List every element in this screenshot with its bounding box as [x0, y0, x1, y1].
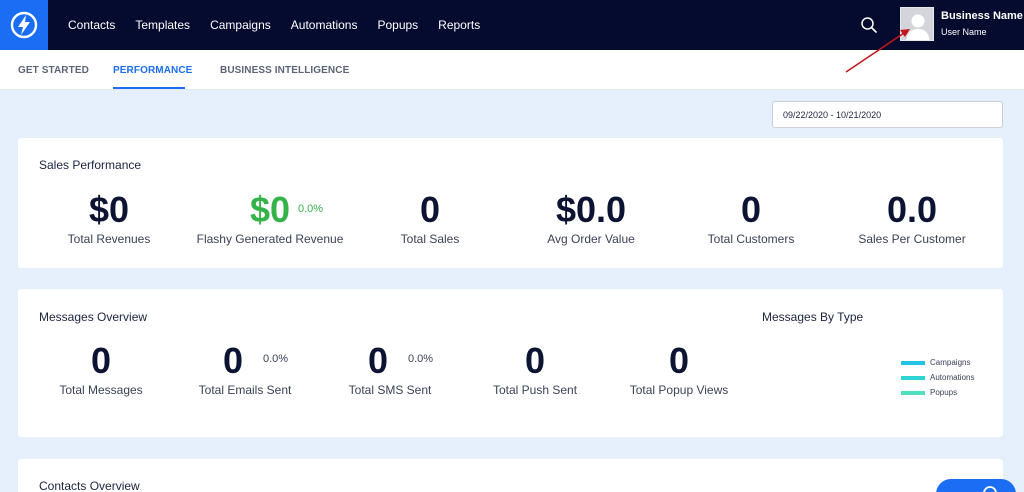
chat-button[interactable]: [936, 479, 1016, 492]
legend-label: Popups: [930, 388, 958, 397]
metric-label: Total Emails Sent: [198, 383, 292, 397]
metric-value: 0: [668, 340, 690, 381]
metric-label: Total Messages: [59, 383, 143, 397]
user-name[interactable]: User Name: [941, 27, 987, 37]
metric-label: Sales Per Customer: [858, 232, 966, 246]
metric-pct: 0.0%: [263, 353, 289, 365]
metric-label: Total Customers: [707, 232, 795, 246]
nav-reports[interactable]: Reports: [428, 18, 490, 32]
messages-overview-card: Messages Overview 0 Total Messages 0 Tot…: [18, 289, 1003, 437]
metric-label: Avg Order Value: [547, 232, 635, 246]
nav-popups[interactable]: Popups: [367, 18, 428, 32]
metric-total-popup-views: 0 Total Popup Views: [614, 340, 744, 398]
nav-campaigns[interactable]: Campaigns: [200, 18, 281, 32]
messages-by-type-legend: Campaigns Automations Popups: [901, 355, 974, 400]
metric-avg-order-value: $0.0 Avg Order Value: [521, 189, 661, 247]
nav-contacts[interactable]: Contacts: [58, 18, 125, 32]
app-logo[interactable]: [0, 0, 48, 50]
search-button[interactable]: [858, 14, 880, 36]
metric-total-sms-sent: 0 Total SMS Sent: [330, 341, 450, 398]
metric-label: Total Sales: [400, 232, 460, 246]
legend-label: Automations: [930, 373, 975, 382]
metric-value: 0: [90, 340, 112, 381]
metric-sales-per-customer: 0.0 Sales Per Customer: [842, 189, 982, 247]
search-icon: [861, 17, 877, 33]
metric-value: 0.0: [886, 189, 938, 230]
metric-flashy-generated-revenue: $0 Flashy Generated Revenue: [190, 189, 350, 247]
contacts-overview-card: Contacts Overview: [18, 459, 1003, 492]
legend-swatch: [901, 360, 925, 365]
metric-total-revenues: $0 Total Revenues: [49, 189, 169, 247]
tab-business-intelligence[interactable]: BUSINESS INTELLIGENCE: [220, 65, 349, 76]
metric-label: Total Popup Views: [629, 383, 729, 397]
metric-value: $0: [88, 189, 130, 230]
messages-by-type-title: Messages By Type: [762, 310, 864, 324]
metric-value: 0: [740, 189, 762, 230]
legend-item-campaigns[interactable]: Campaigns: [901, 355, 974, 370]
messages-overview-title: Messages Overview: [39, 310, 148, 324]
metric-label: Flashy Generated Revenue: [196, 232, 344, 246]
contacts-overview-title: Contacts Overview: [39, 479, 140, 492]
tab-get-started[interactable]: GET STARTED: [18, 65, 89, 76]
metric-total-messages: 0 Total Messages: [41, 340, 161, 398]
user-avatar-icon: [901, 8, 933, 40]
legend-item-automations[interactable]: Automations: [901, 370, 974, 385]
business-name[interactable]: Business Name: [941, 10, 1023, 22]
metric-value: $0: [249, 189, 291, 230]
metric-total-push-sent: 0 Total Push Sent: [475, 340, 595, 398]
metric-total-emails-sent: 0 Total Emails Sent: [185, 341, 305, 398]
legend-label: Campaigns: [930, 358, 971, 367]
main-nav: Contacts Templates Campaigns Automations…: [58, 0, 490, 50]
tab-bar: GET STARTED PERFORMANCE BUSINESS INTELLI…: [0, 50, 1024, 90]
metric-pct: 0.0%: [298, 203, 324, 215]
metric-total-customers: 0 Total Customers: [691, 189, 811, 247]
legend-swatch: [901, 390, 925, 395]
legend-item-popups[interactable]: Popups: [901, 385, 974, 400]
chat-icon: [983, 486, 997, 492]
active-tab-indicator: [113, 87, 185, 89]
metric-label: Total Revenues: [67, 232, 151, 246]
nav-templates[interactable]: Templates: [125, 18, 200, 32]
date-range-picker[interactable]: 09/22/2020 - 10/21/2020: [772, 101, 1003, 128]
metric-label: Total SMS Sent: [348, 383, 432, 397]
metric-value: 0: [419, 189, 441, 230]
sales-performance-card: Sales Performance $0 Total Revenues $0 F…: [18, 138, 1003, 268]
tab-performance[interactable]: PERFORMANCE: [113, 65, 192, 76]
metric-label: Total Push Sent: [492, 383, 578, 397]
metric-value: 0: [524, 340, 546, 381]
metric-total-sales: 0 Total Sales: [370, 189, 490, 247]
metric-value: $0.0: [555, 189, 627, 230]
metric-pct: 0.0%: [408, 353, 434, 365]
nav-automations[interactable]: Automations: [281, 18, 368, 32]
sales-performance-title: Sales Performance: [39, 158, 142, 172]
legend-swatch: [901, 375, 925, 380]
top-navbar: Contacts Templates Campaigns Automations…: [0, 0, 1024, 50]
avatar[interactable]: [900, 7, 934, 41]
flash-logo-icon: [10, 11, 38, 39]
